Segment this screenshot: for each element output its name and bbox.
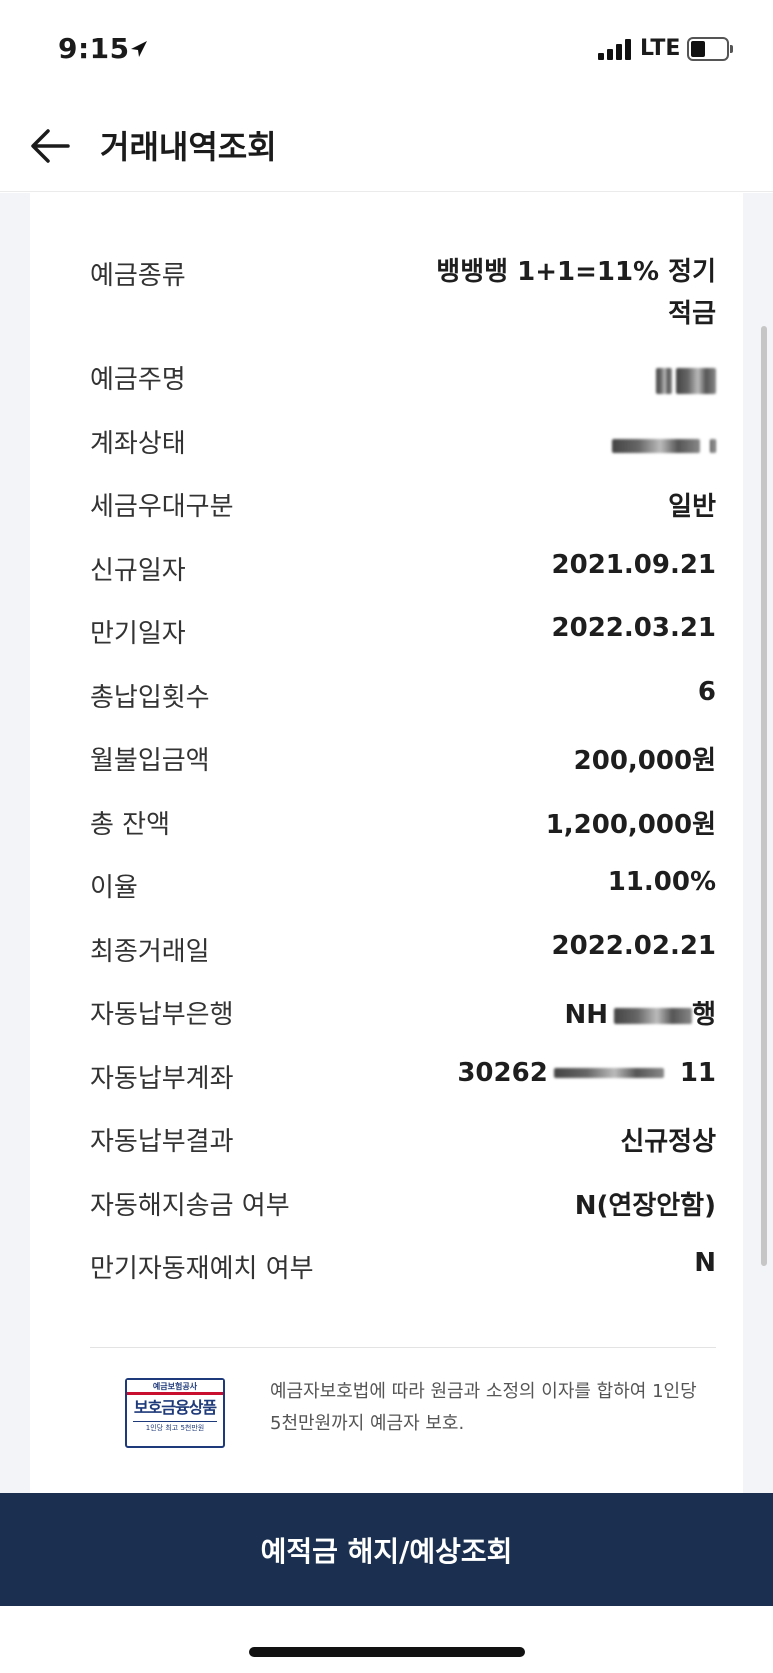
screen: 9:15 LTE 거래내역조회 예금종류 뱅뱅뱅 1+1=11% 정기적금 예금…	[0, 0, 773, 1673]
detail-row-auto-pay-bank: 자동납부은행 NH 행	[90, 994, 716, 1058]
detail-value: 6	[697, 676, 716, 707]
detail-row-open-date: 신규일자 2021.09.21	[90, 550, 716, 614]
detail-label: 월불입금액	[90, 746, 210, 776]
status-time: 9:15	[58, 32, 130, 65]
detail-label: 예금종류	[90, 261, 186, 291]
detail-label: 신규일자	[90, 555, 186, 586]
detail-label: 계좌상태	[90, 428, 186, 459]
detail-row-auto-pay-account: 자동납부계좌 30262 11	[90, 1058, 716, 1122]
detail-row-payment-count: 총납입횟수 6	[90, 677, 716, 741]
detail-row-tax-type: 세금우대구분 일반	[90, 486, 716, 550]
detail-value: 일반	[668, 492, 716, 522]
detail-label: 총 잔액	[90, 809, 171, 840]
detail-label: 만기자동재예치 여부	[90, 1254, 314, 1284]
app-header: 거래내역조회	[0, 100, 773, 192]
detail-label: 만기일자	[90, 619, 186, 649]
detail-value: 2022.02.21	[551, 930, 716, 961]
detail-label: 자동해지송금 여부	[90, 1190, 290, 1221]
badge-main: 보호금융상품	[133, 1398, 217, 1417]
divider	[90, 1347, 716, 1348]
protection-text: 예금자보호법에 따라 원금과 소정의 이자를 합하여 1인당 5천만원까지 예금…	[270, 1381, 697, 1434]
detail-value: N(연장안함)	[574, 1190, 716, 1221]
detail-label: 총납입횟수	[90, 682, 210, 713]
badge-top: 예금보험공사	[127, 1380, 223, 1395]
redacted-value	[652, 365, 716, 395]
back-button[interactable]	[22, 118, 78, 174]
location-arrow-icon	[131, 41, 147, 57]
scrollbar[interactable]	[761, 326, 767, 1266]
detail-value: 2022.03.21	[551, 613, 716, 643]
arrow-left-icon	[31, 129, 70, 163]
value-prefix: 30262	[457, 1057, 548, 1088]
detail-label: 예금주명	[90, 365, 186, 395]
page-title: 거래내역조회	[100, 128, 277, 166]
redacted-value	[614, 1007, 693, 1024]
detail-row-maturity-date: 만기일자 2022.03.21	[90, 613, 716, 677]
value-prefix: NH	[564, 1000, 609, 1030]
detail-row-last-transaction: 최종거래일 2022.02.21	[90, 931, 716, 995]
value-suffix: 11	[679, 1057, 716, 1088]
status-bar: 9:15 LTE	[0, 0, 773, 100]
cancel-estimate-button[interactable]: 예적금 해지/예상조회	[0, 1493, 773, 1606]
signal-icon	[598, 38, 634, 60]
detail-value: N	[694, 1248, 716, 1278]
detail-value: 2021.09.21	[551, 549, 716, 580]
deposit-insurance-badge-icon: 예금보험공사 보호금융상품 1인당 최고 5천만원	[125, 1378, 225, 1448]
detail-row-monthly-amount: 월불입금액 200,000원	[90, 740, 716, 804]
detail-value: 200,000원	[573, 746, 716, 776]
detail-value: 30262 11	[457, 1058, 716, 1088]
detail-row-account-status: 계좌상태	[90, 423, 716, 487]
detail-value: 신규정상	[620, 1127, 716, 1157]
detail-row-auto-cancel-transfer: 자동해지송금 여부 N(연장안함)	[90, 1185, 716, 1249]
detail-label: 자동납부계좌	[90, 1063, 234, 1094]
battery-icon	[687, 37, 733, 61]
detail-value: 뱅뱅뱅 1+1=11% 정기적금	[436, 257, 716, 329]
value-suffix: 행	[692, 1000, 716, 1030]
detail-label: 세금우대구분	[90, 492, 234, 522]
detail-row-auto-redeposit: 만기자동재예치 여부 N	[90, 1248, 716, 1312]
network-label: LTE	[640, 36, 681, 61]
detail-value: 1,200,000원	[545, 809, 716, 840]
detail-row-auto-pay-result: 자동납부결과 신규정상	[90, 1121, 716, 1185]
redacted-value	[608, 431, 716, 461]
detail-list: 예금종류 뱅뱅뱅 1+1=11% 정기적금 예금주명 계좌상태 세금우대구분 일…	[90, 255, 716, 1312]
deposit-protection-notice: 예금보험공사 보호금융상품 1인당 최고 5천만원 예금자보호법에 따라 원금과…	[90, 1376, 716, 1456]
detail-row-interest-rate: 이율 11.00%	[90, 867, 716, 931]
detail-label: 자동납부결과	[90, 1127, 234, 1157]
detail-label: 이율	[90, 873, 138, 903]
detail-label: 자동납부은행	[90, 1000, 234, 1030]
detail-row-account-holder: 예금주명	[90, 359, 716, 423]
detail-row-deposit-type: 예금종류 뱅뱅뱅 1+1=11% 정기적금	[90, 255, 716, 359]
home-indicator[interactable]	[249, 1647, 525, 1657]
detail-value: 11.00%	[607, 867, 716, 897]
detail-value: NH 행	[565, 994, 716, 1031]
badge-sub: 1인당 최고 5천만원	[133, 1421, 217, 1434]
detail-row-total-balance: 총 잔액 1,200,000원	[90, 804, 716, 868]
redacted-value	[553, 1068, 664, 1078]
detail-label: 최종거래일	[90, 936, 210, 967]
account-detail-card: 예금종류 뱅뱅뱅 1+1=11% 정기적금 예금주명 계좌상태 세금우대구분 일…	[30, 193, 743, 1493]
